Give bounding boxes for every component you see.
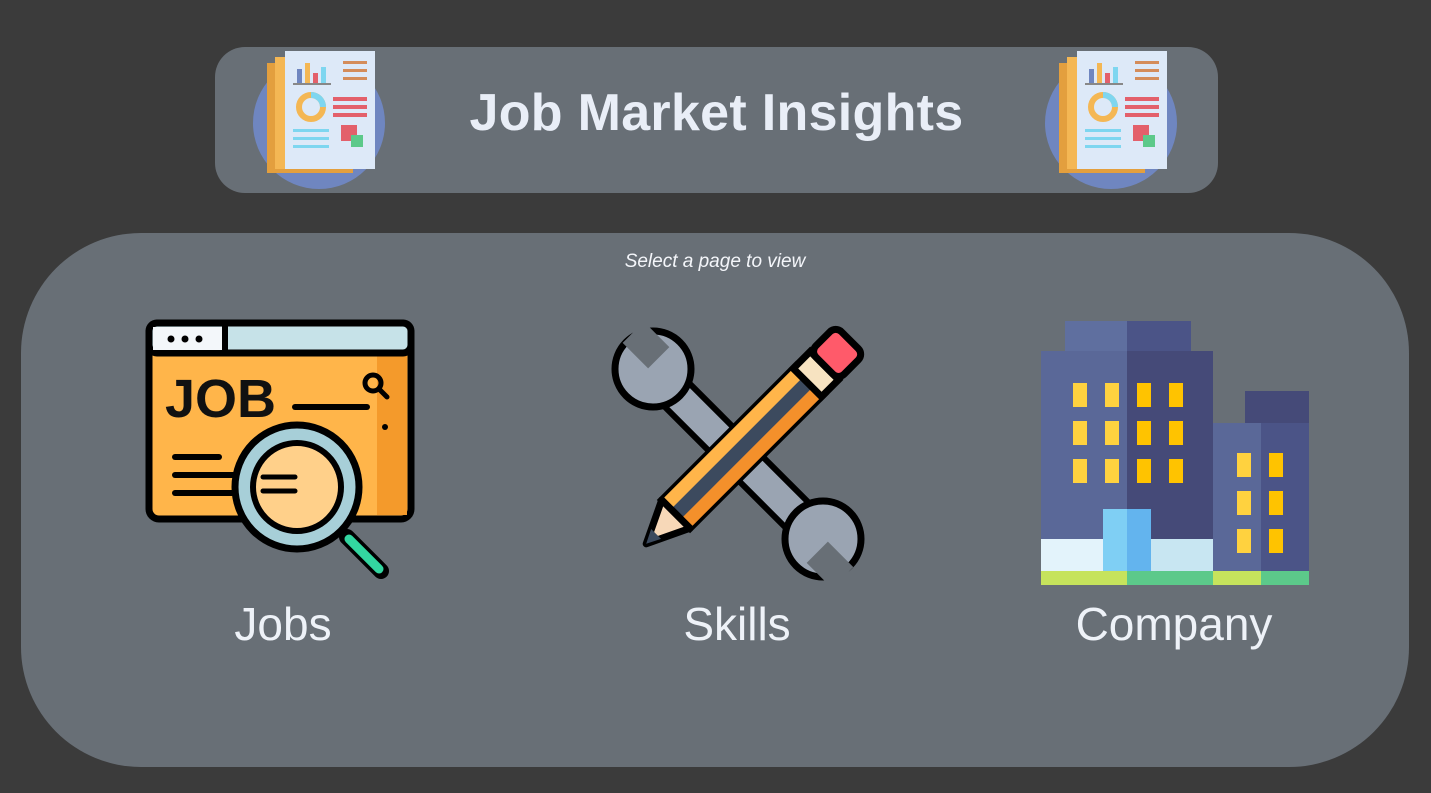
nav-skills-label: Skills bbox=[683, 598, 791, 650]
nav-company-label: Company bbox=[1075, 598, 1273, 650]
select-page-hint: Select a page to view bbox=[624, 251, 806, 272]
wrench-pencil-icon bbox=[611, 321, 865, 589]
job-search-icon: JOB bbox=[145, 319, 415, 579]
nav-skills[interactable]: Skills bbox=[587, 319, 887, 659]
nav-jobs-label: Jobs bbox=[234, 598, 332, 650]
header-banner: Job Market Insights bbox=[215, 47, 1218, 193]
nav-jobs[interactable]: JOB Jobs bbox=[133, 319, 433, 659]
page-selector-panel: Select a page to view JOB Jobs Skills Co… bbox=[21, 233, 1409, 767]
office-building-icon bbox=[1041, 321, 1309, 585]
svg-text:JOB: JOB bbox=[165, 369, 276, 429]
report-document-icon bbox=[1045, 51, 1177, 189]
nav-company[interactable]: Company bbox=[1024, 319, 1324, 659]
